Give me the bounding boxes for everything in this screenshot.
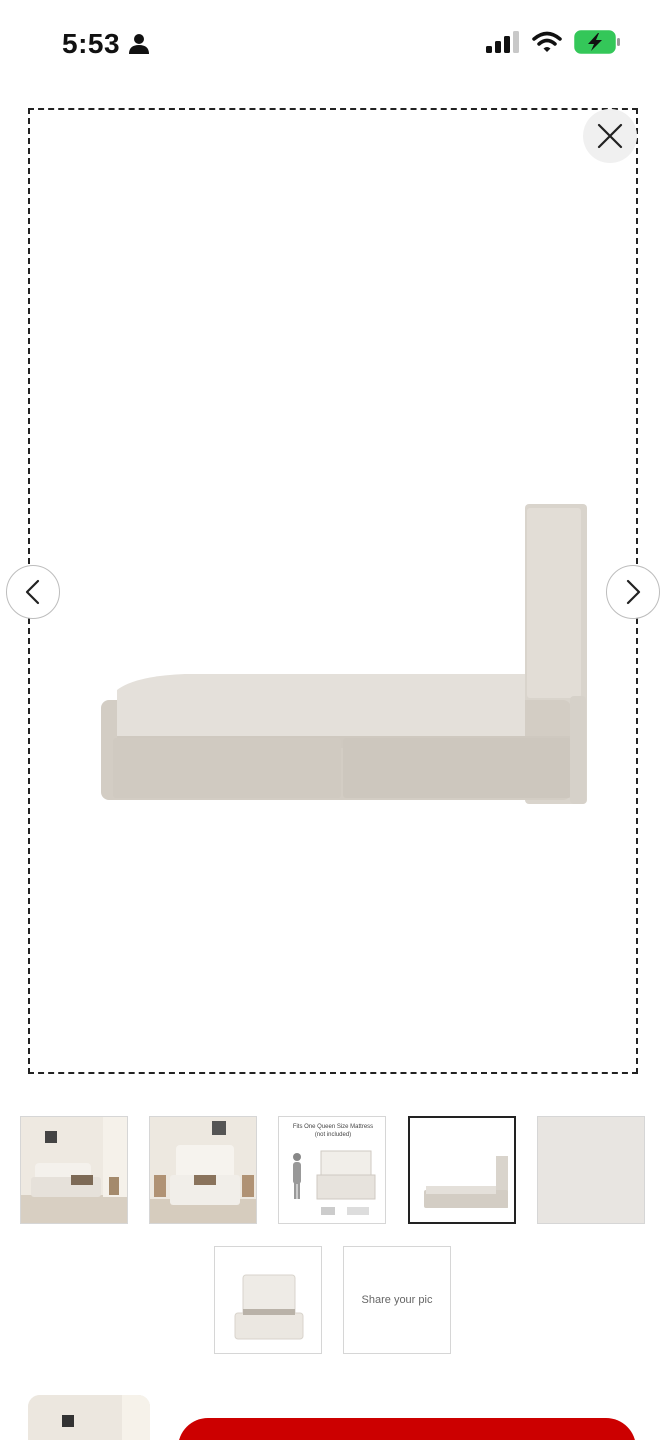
chevron-left-icon xyxy=(25,579,40,605)
previous-image-button[interactable] xyxy=(6,565,60,619)
selected-product-thumbnail xyxy=(28,1395,150,1440)
close-button[interactable] xyxy=(583,109,637,163)
clock-text: 5:53 xyxy=(62,28,121,59)
thumbnail-bed-front-view[interactable] xyxy=(214,1246,322,1354)
status-icons xyxy=(486,30,622,54)
thumbnail-dimensions-diagram[interactable]: Fits One Queen Size Mattress (not includ… xyxy=(278,1116,386,1224)
status-time: 5:53 xyxy=(62,28,150,60)
status-bar: 5:53 xyxy=(0,0,666,90)
person-icon xyxy=(129,34,150,54)
thumbnail-fabric-swatch[interactable] xyxy=(537,1116,645,1224)
cellular-signal-icon xyxy=(486,31,519,53)
thumbnail-bedroom-scene-1[interactable] xyxy=(20,1116,128,1224)
next-image-button[interactable] xyxy=(606,565,660,619)
chevron-right-icon xyxy=(626,579,641,605)
thumbnail-share-your-pic[interactable]: Share your pic xyxy=(343,1246,451,1354)
thumbnail-bedroom-scene-2[interactable] xyxy=(149,1116,257,1224)
share-your-pic-label: Share your pic xyxy=(361,1294,433,1306)
battery-charging-icon xyxy=(574,30,620,54)
primary-action-button[interactable] xyxy=(178,1418,636,1440)
product-image xyxy=(101,504,587,804)
diagram-title: Fits One Queen Size Mattress (not includ… xyxy=(292,1124,374,1138)
thumbnail-bed-side-view[interactable] xyxy=(408,1116,516,1224)
wifi-icon xyxy=(532,31,562,52)
close-icon xyxy=(597,123,623,149)
